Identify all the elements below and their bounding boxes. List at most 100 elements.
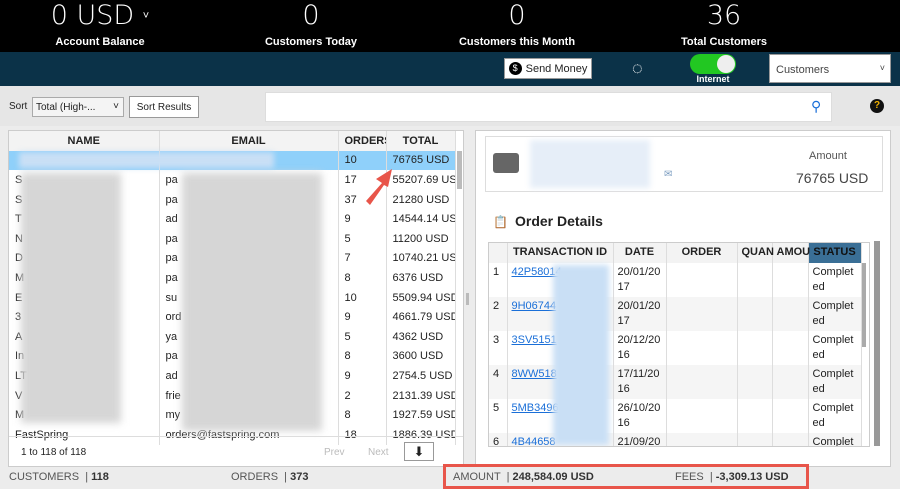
amount-summary-label: AMOUNT (453, 471, 501, 483)
column-header-amount[interactable]: AMOU (772, 243, 810, 263)
redacted-names (21, 173, 121, 423)
cell-total: 6376 USD (386, 268, 456, 288)
transaction-link[interactable]: 5MB3496 (512, 402, 559, 414)
chevron-down-icon[interactable]: ˅ (143, 9, 149, 22)
transaction-link[interactable]: 8WW518 (512, 368, 557, 380)
splitter-handle[interactable] (466, 293, 469, 305)
cell-empty (737, 263, 773, 297)
cell-orders: 9 (338, 366, 387, 386)
cell-total: 10740.21 USD (386, 248, 456, 269)
column-header-status[interactable]: STATUS (808, 243, 862, 263)
cell-orders: 9 (338, 307, 387, 327)
fees-summary-value: -3,309.13 USD (715, 471, 789, 483)
cell-n: 5 (489, 399, 508, 433)
view-select[interactable]: Customers ˅ (769, 54, 891, 83)
cell-status: Completed (808, 331, 862, 365)
cell-total: 3600 USD (386, 346, 456, 367)
column-header-quantity[interactable]: QUAN (737, 243, 774, 263)
view-select-value: Customers (776, 64, 830, 76)
column-header-date[interactable]: DATE (613, 243, 667, 263)
cell-empty (666, 331, 738, 365)
cell-orders: 5 (338, 326, 387, 347)
download-icon: ⬇ (413, 443, 425, 459)
download-button[interactable]: ⬇ (404, 442, 434, 461)
search-icon[interactable]: ⚲ (811, 98, 821, 115)
amount-label: Amount (809, 150, 847, 162)
amount-summary: AMOUNT | 248,584.09 USD (453, 471, 594, 483)
pagination-bar: 1 to 118 of 118 Prev Next ⬇ (9, 436, 463, 466)
account-balance-label: Account Balance (55, 36, 145, 48)
cell-total: 4661.79 USD (386, 307, 456, 327)
cell-total: 11200 USD (386, 228, 456, 249)
cell-status: Completed (808, 297, 862, 331)
orders-summary-value: 373 (290, 471, 309, 483)
cell-date: 20/12/2016 (613, 331, 667, 365)
cell-empty (666, 297, 738, 331)
sync-icon[interactable]: ◌ (632, 58, 643, 79)
id-card-icon (493, 153, 519, 173)
cell-date: 20/01/2017 (613, 263, 667, 297)
cell-date: 17/11/2016 (613, 365, 667, 399)
dollar-icon: $ (508, 62, 522, 75)
cell-empty (772, 399, 809, 433)
orders-scrollbar[interactable] (862, 263, 866, 347)
email-icon[interactable]: ✉ (664, 169, 672, 180)
order-details-title: Order Details (515, 213, 603, 229)
cell-empty (737, 399, 773, 433)
detail-scrollbar[interactable] (874, 241, 880, 446)
transaction-link[interactable]: 9H06744 (512, 300, 557, 312)
transaction-link[interactable]: 4B44658 (512, 436, 556, 446)
stats-header: 0 USD ˅ Account Balance 0 Customers Today … (0, 0, 900, 52)
cell-status: Completed (808, 433, 862, 446)
order-row[interactable]: 4 8WW518 17/11/2016 Completed (489, 365, 862, 399)
column-header-transaction-id[interactable]: TRANSACTION ID (507, 243, 614, 263)
search-input[interactable] (265, 92, 832, 122)
order-row[interactable]: 1 42P58014 20/01/2017 Completed (489, 263, 862, 297)
order-row[interactable]: 2 9H06744 20/01/2017 Completed (489, 297, 862, 331)
redacted-transaction-ids (553, 265, 609, 445)
order-row[interactable]: 5 5MB3496 26/10/2016 Completed (489, 399, 862, 433)
cell-orders: 8 (338, 268, 387, 288)
account-balance[interactable]: 0 USD ˅ Account Balance (0, 0, 200, 48)
column-header-order[interactable]: ORDER (666, 243, 738, 263)
orders-summary-label: ORDERS (231, 471, 279, 483)
cell-n: 1 (489, 263, 508, 297)
cell-orders: 2 (338, 385, 387, 406)
toolbar: Sort Total (High-... ˅ Sort Results ⚲ ? (0, 86, 900, 126)
column-header-total[interactable]: TOTAL (386, 131, 456, 151)
orders-summary: ORDERS | 373 (231, 471, 309, 483)
cell-orders: 8 (338, 346, 387, 367)
customers-summary-value: 118 (91, 471, 109, 483)
chevron-down-icon: ˅ (113, 101, 119, 112)
cell-total: 4362 USD (386, 326, 456, 347)
customers-today-label: Customers Today (264, 36, 358, 48)
total-customers-label: Total Customers (681, 36, 767, 48)
cell-orders: 10 (338, 287, 387, 308)
pagination-text: 1 to 118 of 118 (21, 447, 87, 458)
column-header-email[interactable]: EMAIL (159, 131, 339, 151)
account-balance-value: 0 USD (50, 0, 135, 31)
send-money-button[interactable]: $ Send Money (504, 58, 592, 79)
column-header-orders[interactable]: ORDERS (338, 131, 387, 151)
customers-month-label: Customers this Month (458, 36, 576, 48)
help-icon[interactable]: ? (870, 99, 884, 113)
next-button[interactable]: Next (368, 447, 389, 458)
customers-summary: CUSTOMERS | 118 (9, 471, 109, 483)
column-header-name[interactable]: NAME (9, 131, 160, 151)
send-money-label: Send Money (525, 62, 588, 75)
order-row[interactable]: 3 3SV5151 20/12/2016 Completed (489, 331, 862, 365)
internet-label: Internet (696, 74, 730, 84)
order-row[interactable]: 6 4B44658 21/09/2016 Completed (489, 433, 862, 446)
cell-total: 55207.69 USD (386, 170, 456, 190)
sort-select[interactable]: Total (High-... ˅ (32, 97, 124, 117)
internet-toggle[interactable] (690, 54, 736, 74)
sort-results-button[interactable]: Sort Results (129, 96, 199, 118)
cell-empty (772, 331, 809, 365)
cell-total: 2754.5 USD (386, 366, 456, 386)
cell-n: 6 (489, 433, 508, 446)
scrollbar[interactable] (457, 151, 462, 189)
total-customers: 36 Total Customers (624, 0, 824, 48)
transaction-link[interactable]: 3SV5151 (512, 334, 557, 346)
prev-button[interactable]: Prev (324, 447, 345, 458)
redacted-customer (530, 140, 650, 188)
